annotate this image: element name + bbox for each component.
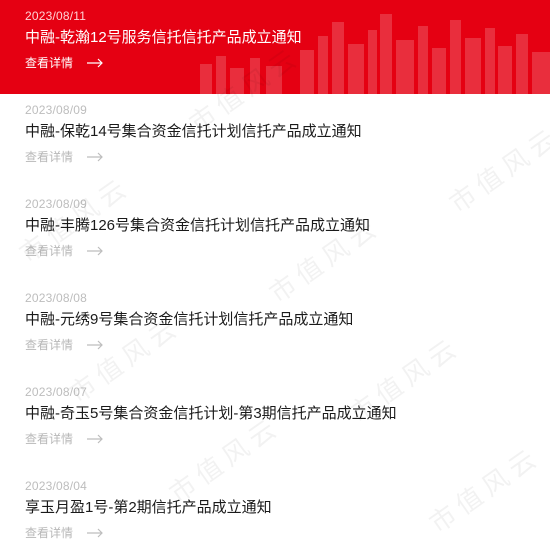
news-item[interactable]: 2023/08/04 享玉月盈1号-第2期信托产品成立通知 查看详情 [0, 470, 550, 552]
news-title[interactable]: 中融-丰腾126号集合资金信托计划信托产品成立通知 [25, 214, 370, 235]
view-details-label: 查看详情 [25, 150, 74, 164]
arrow-right-icon [87, 340, 103, 349]
view-details-link[interactable]: 查看详情 [25, 524, 104, 541]
news-title[interactable]: 中融-元绣9号集合资金信托计划信托产品成立通知 [25, 308, 353, 329]
news-date: 2023/08/09 [25, 197, 88, 211]
news-date: 2023/08/09 [25, 103, 88, 117]
news-title[interactable]: 中融-保乾14号集合资金信托计划信托产品成立通知 [25, 120, 362, 141]
view-details-link[interactable]: 查看详情 [25, 54, 104, 71]
view-details-link[interactable]: 查看详情 [25, 242, 104, 259]
news-item[interactable]: 2023/08/09 中融-丰腾126号集合资金信托计划信托产品成立通知 查看详… [0, 188, 550, 282]
news-date: 2023/08/11 [25, 9, 87, 23]
news-item[interactable]: 2023/08/11 中融-乾瀚12号服务信托信托产品成立通知 查看详情 [0, 0, 550, 94]
arrow-right-icon [87, 152, 103, 161]
arrow-right-icon [87, 58, 103, 67]
news-item[interactable]: 2023/08/07 中融-奇玉5号集合资金信托计划-第3期信托产品成立通知 查… [0, 376, 550, 470]
news-item[interactable]: 2023/08/09 中融-保乾14号集合资金信托计划信托产品成立通知 查看详情 [0, 94, 550, 188]
news-date: 2023/08/07 [25, 385, 88, 399]
news-list: 2023/08/11 中融-乾瀚12号服务信托信托产品成立通知 查看详情 202… [0, 0, 550, 552]
news-title[interactable]: 中融-奇玉5号集合资金信托计划-第3期信托产品成立通知 [25, 402, 397, 423]
news-title[interactable]: 享玉月盈1号-第2期信托产品成立通知 [25, 496, 272, 517]
news-date: 2023/08/08 [25, 291, 88, 305]
view-details-link[interactable]: 查看详情 [25, 430, 104, 447]
news-date: 2023/08/04 [25, 479, 88, 493]
view-details-label: 查看详情 [25, 338, 74, 352]
view-details-label: 查看详情 [25, 244, 74, 258]
news-title[interactable]: 中融-乾瀚12号服务信托信托产品成立通知 [25, 26, 302, 47]
view-details-link[interactable]: 查看详情 [25, 148, 104, 165]
arrow-right-icon [87, 246, 103, 255]
view-details-label: 查看详情 [25, 432, 74, 446]
view-details-label: 查看详情 [25, 526, 74, 540]
arrow-right-icon [87, 528, 103, 537]
view-details-link[interactable]: 查看详情 [25, 336, 104, 353]
arrow-right-icon [87, 434, 103, 443]
view-details-label: 查看详情 [25, 56, 74, 70]
news-item[interactable]: 2023/08/08 中融-元绣9号集合资金信托计划信托产品成立通知 查看详情 [0, 282, 550, 376]
